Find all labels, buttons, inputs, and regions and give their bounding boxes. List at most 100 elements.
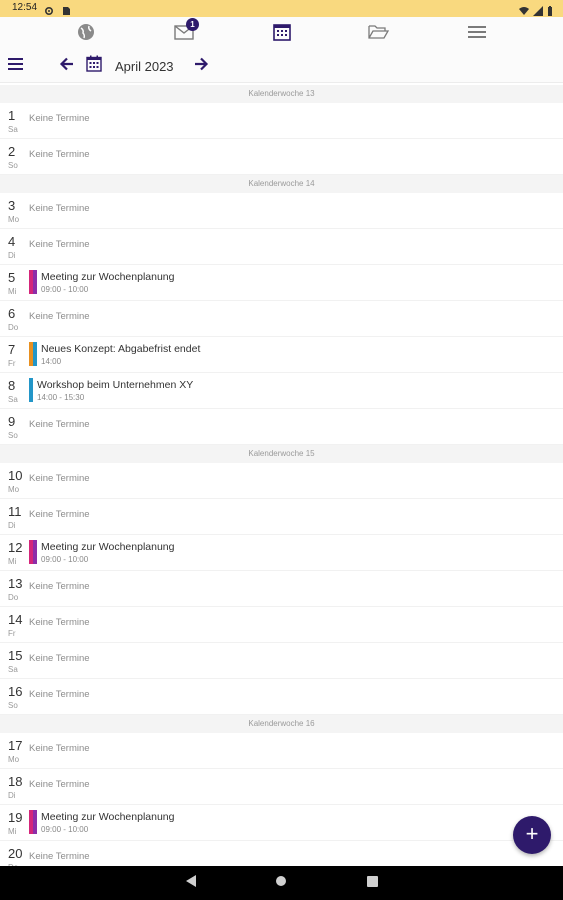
week-header: Kalenderwoche 14 [0, 175, 563, 193]
status-time: 12:54 [12, 2, 38, 13]
drawer-menu-button[interactable] [7, 57, 23, 75]
nav-recents-button[interactable] [365, 876, 379, 890]
day-row[interactable]: 1 Sa Keine Termine [0, 103, 563, 139]
day-row[interactable]: 6 Do Keine Termine [0, 301, 563, 337]
folder-open-icon [368, 24, 390, 45]
current-month-label[interactable]: April 2023 [115, 59, 174, 74]
no-events-label: Keine Termine [29, 851, 90, 862]
no-events-label: Keine Termine [29, 149, 90, 160]
week-header: Kalenderwoche 13 [0, 85, 563, 103]
event-title[interactable]: Meeting zur Wochenplanung [41, 811, 174, 823]
event-title[interactable]: Meeting zur Wochenplanung [41, 271, 174, 283]
no-events-label: Keine Termine [29, 743, 90, 754]
day-number: 12 [8, 540, 23, 555]
no-events-label: Keine Termine [29, 113, 90, 124]
battery-icon [547, 3, 553, 16]
event-time: 14:00 - 15:30 [37, 393, 85, 402]
weekday-label: Fr [8, 629, 16, 638]
day-row[interactable]: 4 Di Keine Termine [0, 229, 563, 265]
day-row[interactable]: 9 So Keine Termine [0, 409, 563, 445]
event-title[interactable]: Neues Konzept: Abgabefrist endet [41, 343, 200, 355]
settings-gear-icon [44, 3, 54, 16]
weekday-label: Mo [8, 755, 20, 764]
day-row[interactable]: 16 So Keine Termine [0, 679, 563, 715]
hamburger-icon [7, 57, 23, 75]
tab-files[interactable] [367, 23, 391, 45]
agenda-list[interactable]: Kalenderwoche 13 1 Sa Keine Termine 2 So Keine… [0, 85, 563, 866]
event-color-bar [29, 540, 37, 564]
system-navigation-bar [0, 866, 563, 900]
globe-icon [76, 22, 96, 47]
weekday-label: Mo [8, 485, 20, 494]
weekday-label: So [8, 161, 18, 170]
day-number: 5 [8, 270, 16, 285]
calendar-small-icon [86, 55, 102, 77]
no-events-label: Keine Termine [29, 239, 90, 250]
day-row[interactable]: 14 Fr Keine Termine [0, 607, 563, 643]
day-row[interactable]: 13 Do Keine Termine [0, 571, 563, 607]
tab-menu[interactable] [465, 23, 489, 45]
event-color-bar [29, 810, 37, 834]
event-color-bar [29, 378, 33, 402]
weekday-label: So [8, 431, 18, 440]
wifi-icon [519, 3, 529, 15]
no-events-label: Keine Termine [29, 473, 90, 484]
arrow-right-icon [194, 57, 209, 76]
no-events-label: Keine Termine [29, 617, 90, 628]
weekday-label: Sa [8, 125, 18, 134]
tab-messages[interactable]: 1 [172, 18, 199, 45]
day-row[interactable]: 17 Mo Keine Termine [0, 733, 563, 769]
event-time: 14:00 [41, 357, 62, 366]
nav-back-button[interactable] [184, 875, 198, 890]
no-events-label: Keine Termine [29, 203, 90, 214]
day-row[interactable]: 8 Sa Workshop beim Unternehmen XY 14:00 - 1… [0, 373, 563, 409]
home-circle-icon [275, 874, 287, 892]
day-row[interactable]: 11 Di Keine Termine [0, 499, 563, 535]
event-color-bar [29, 270, 37, 294]
day-number: 10 [8, 468, 23, 483]
day-row[interactable]: 18 Di Keine Termine [0, 769, 563, 805]
nav-home-button[interactable] [274, 876, 288, 890]
day-row[interactable]: 7 Fr Neues Konzept: Abgabefrist endet 14:00 [0, 337, 563, 373]
day-number: 11 [8, 504, 22, 519]
weekday-label: Di [8, 791, 16, 800]
day-number: 1 [8, 108, 16, 123]
day-row[interactable]: 19 Mi Meeting zur Wochenplanung 09:00 - 10:… [0, 805, 563, 841]
no-events-label: Keine Termine [29, 689, 90, 700]
week-header: Kalenderwoche 15 [0, 445, 563, 463]
day-row[interactable]: 20DoKeine Termine [0, 841, 563, 866]
day-row[interactable]: 15 Sa Keine Termine [0, 643, 563, 679]
date-picker-button[interactable] [85, 55, 103, 77]
hamburger-menu-icon [468, 25, 486, 44]
messages-badge: 1 [186, 18, 199, 31]
weekday-label: Do [8, 593, 19, 602]
calendar-icon [272, 22, 292, 47]
tab-globe[interactable] [74, 23, 98, 45]
day-row[interactable]: 12 Mi Meeting zur Wochenplanung 09:00 - 10:… [0, 535, 563, 571]
day-row[interactable]: 2 So Keine Termine [0, 139, 563, 175]
no-events-label: Keine Termine [29, 581, 90, 592]
no-events-label: Keine Termine [29, 779, 90, 790]
next-month-button[interactable] [192, 57, 210, 75]
top-tab-bar: 1 [0, 17, 563, 51]
event-color-bar [29, 342, 37, 366]
day-number: 9 [8, 414, 16, 429]
sd-card-icon [61, 3, 71, 15]
day-number: 3 [8, 198, 16, 213]
arrow-left-icon [59, 57, 74, 76]
day-row[interactable]: 10 Mo Keine Termine [0, 463, 563, 499]
weekday-label: Sa [8, 395, 18, 404]
tab-calendar[interactable] [270, 23, 294, 45]
event-title[interactable]: Workshop beim Unternehmen XY [37, 379, 193, 391]
day-row[interactable]: 5 Mi Meeting zur Wochenplanung 09:00 - 10:0… [0, 265, 563, 301]
weekday-label: Mo [8, 215, 20, 224]
add-appointment-button[interactable]: + [513, 816, 551, 854]
day-row[interactable]: 3 Mo Keine Termine [0, 193, 563, 229]
day-number: 15 [8, 648, 23, 663]
event-title[interactable]: Meeting zur Wochenplanung [41, 541, 174, 553]
weekday-label: Fr [8, 359, 16, 368]
day-number: 2 [8, 144, 16, 159]
week-header: Kalenderwoche 16 [0, 715, 563, 733]
day-number: 14 [8, 612, 23, 627]
previous-month-button[interactable] [57, 57, 75, 75]
